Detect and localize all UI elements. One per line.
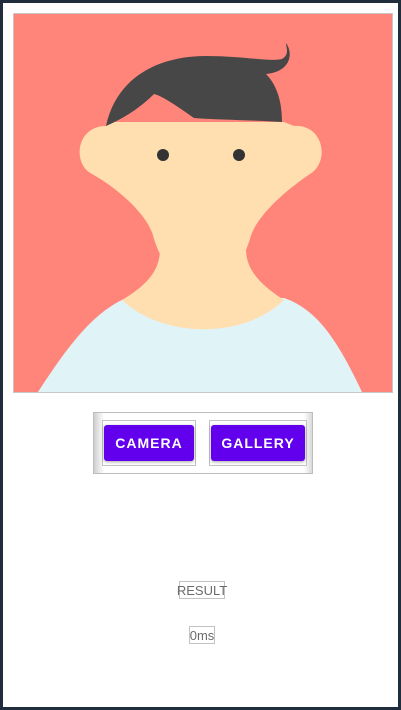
inference-time-text: 0ms <box>189 626 215 644</box>
gallery-button[interactable]: GALLERY <box>211 425 305 461</box>
avatar-right-eye <box>233 149 245 161</box>
avatar-left-eye <box>157 149 169 161</box>
gallery-button-container: GALLERY <box>209 420 307 466</box>
camera-button-container: CAMERA <box>102 420 196 466</box>
camera-button[interactable]: CAMERA <box>104 425 194 461</box>
result-text: RESULT <box>176 581 228 599</box>
button-bar: CAMERA GALLERY <box>93 412 313 474</box>
app-frame: CAMERA GALLERY RESULT 0ms <box>0 0 401 710</box>
avatar-illustration <box>14 14 392 392</box>
image-preview <box>13 13 393 393</box>
